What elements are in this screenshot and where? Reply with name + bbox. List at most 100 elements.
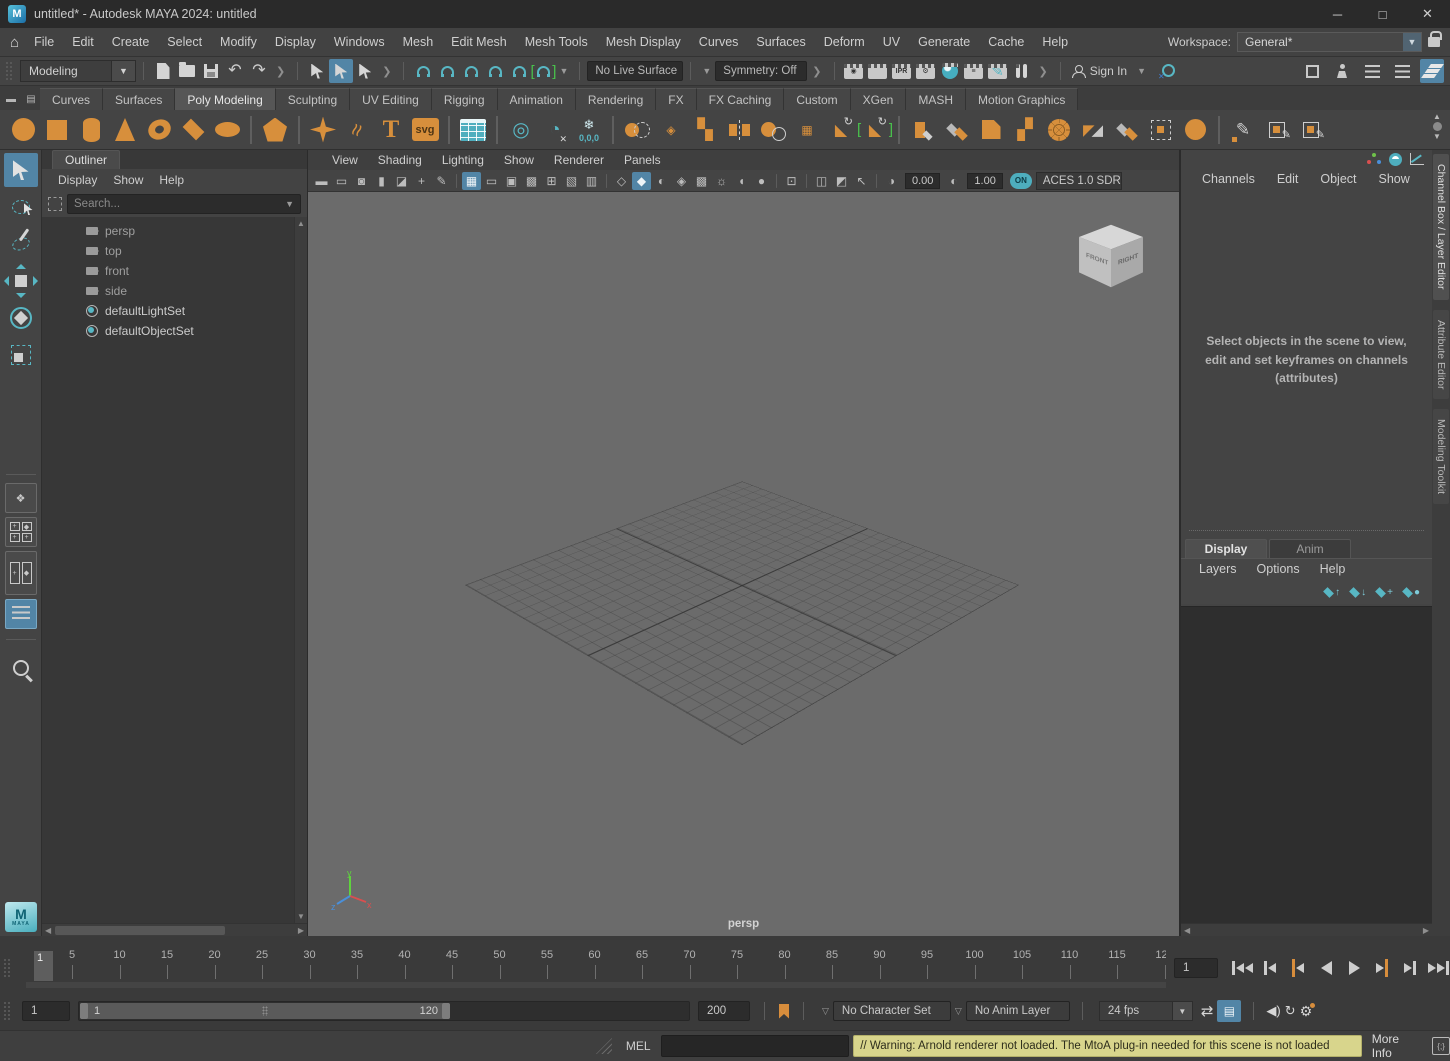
command-input[interactable] [661, 1035, 850, 1057]
outliner-menu-item[interactable]: Display [50, 169, 105, 191]
gamma-field[interactable]: 1.00 [967, 173, 1002, 189]
field-chart-icon[interactable]: ⊞ [542, 172, 561, 190]
outliner-horizontal-scrollbar[interactable]: ◀▶ [42, 923, 307, 936]
chevron-down-icon[interactable]: ▽ [822, 1006, 829, 1017]
poly-cylinder-icon[interactable] [74, 112, 108, 148]
outliner-vertical-scrollbar[interactable]: ▲▼ [294, 217, 307, 923]
shelf-tab[interactable]: Rendering [576, 88, 656, 110]
bevel-icon[interactable] [974, 112, 1008, 148]
symmetry-field[interactable]: Symmetry: Off [715, 61, 807, 81]
poly-sphere-icon[interactable] [6, 112, 40, 148]
pick-matrix-icon[interactable]: ↖ [852, 172, 871, 190]
make-live-icon[interactable] [531, 59, 555, 83]
menu-item[interactable]: Edit Mesh [442, 28, 516, 57]
toolbar-grip[interactable] [5, 61, 13, 81]
two-pane-layout-button[interactable]: +◆ [5, 551, 37, 595]
outliner-tab[interactable]: Outliner [52, 150, 120, 169]
more-info-button[interactable]: More Info [1372, 1032, 1422, 1060]
paint-select-tool[interactable] [4, 227, 38, 261]
delete-history-icon[interactable]: ◔ [538, 112, 572, 148]
mirror-icon[interactable] [722, 112, 756, 148]
outliner-item[interactable]: defaultObjectSet [42, 321, 307, 341]
shelf-tab[interactable]: Rigging [432, 88, 498, 110]
occlusion-icon[interactable]: ● [752, 172, 771, 190]
shadows-icon[interactable]: ◖ [732, 172, 751, 190]
viewport-menu-item[interactable]: Lighting [432, 150, 494, 170]
maya-avatar-badge[interactable]: MMAYA [5, 902, 37, 932]
snap-to-grid-icon[interactable] [411, 59, 435, 83]
menu-item[interactable]: Help [1033, 28, 1077, 57]
poly-disc-icon[interactable] [210, 112, 244, 148]
render-setup-icon[interactable]: ≡ [962, 59, 986, 83]
shelf-tab[interactable]: Custom [784, 88, 850, 110]
snap-to-projected-center-icon[interactable] [483, 59, 507, 83]
close-button[interactable]: ✕ [1405, 0, 1450, 28]
outliner-item[interactable]: persp [42, 221, 307, 241]
film-gate-icon[interactable]: ▭ [482, 172, 501, 190]
shelf-menu-icon[interactable]: ▤ [24, 92, 38, 106]
shelf-tab[interactable]: Sculpting [276, 88, 350, 110]
open-scene-button[interactable] [175, 59, 199, 83]
menu-item[interactable]: Select [158, 28, 211, 57]
lasso-select-tool[interactable] [4, 190, 38, 224]
animation-end-field[interactable]: 200 [698, 1001, 750, 1021]
menu-item[interactable]: Modify [211, 28, 266, 57]
go-to-start-button[interactable] [1230, 956, 1254, 980]
viewport-canvas[interactable]: FRONT RIGHT y x z persp [308, 192, 1179, 936]
render-current-frame-icon[interactable] [866, 59, 890, 83]
menu-item[interactable]: Edit [63, 28, 103, 57]
fps-dropdown[interactable]: 24 fps▼ [1099, 1001, 1193, 1021]
resolution-gate-icon[interactable]: ▣ [502, 172, 521, 190]
character-controls-icon[interactable] [1330, 59, 1354, 83]
sweep-mesh-icon[interactable]: ≈ [340, 112, 374, 148]
menu-item[interactable]: Mesh Display [597, 28, 690, 57]
gate-mask-icon[interactable]: ▩ [522, 172, 541, 190]
select-hierarchy-mode-button[interactable] [305, 59, 329, 83]
step-back-key-button[interactable] [1286, 956, 1310, 980]
quad-draw-icon[interactable] [1260, 112, 1294, 148]
select-object-mode-button[interactable] [329, 59, 353, 83]
range-slider-grip[interactable] [3, 1001, 11, 1021]
sidebar-vertical-tab[interactable]: Attribute Editor [1433, 310, 1449, 399]
select-component-mode-button[interactable] [353, 59, 377, 83]
four-pane-layout-button[interactable]: +◆++ [5, 517, 37, 547]
menu-item[interactable]: Display [266, 28, 325, 57]
exposure-field[interactable]: 0.00 [905, 173, 940, 189]
workspace-lock-icon[interactable] [1428, 37, 1440, 47]
live-surface-field[interactable]: No Live Surface [587, 61, 683, 81]
save-scene-button[interactable] [199, 59, 223, 83]
redo-button[interactable]: ↷ [247, 59, 271, 83]
shelf-tab[interactable]: MASH [906, 88, 966, 110]
menu-item[interactable]: UV [874, 28, 909, 57]
menu-set-dropdown[interactable]: Modeling▼ [20, 60, 136, 82]
menu-item[interactable]: Cache [979, 28, 1033, 57]
center-pivot-icon[interactable]: ◎ [504, 112, 538, 148]
lighting-icon[interactable]: ☼ [712, 172, 731, 190]
time-slider-track[interactable]: 1 51015202530354045505560657075808590951… [26, 948, 1166, 988]
combine-icon[interactable]: ◈ [654, 112, 688, 148]
snap-to-point-icon[interactable] [459, 59, 483, 83]
exposure-icon[interactable]: ◑ [882, 172, 901, 190]
platonic-solid-icon[interactable] [258, 112, 292, 148]
outliner-menu-item[interactable]: Show [105, 169, 151, 191]
sidebar-vertical-tab[interactable]: Modeling Toolkit [1433, 409, 1449, 504]
viewport-menu-item[interactable]: Show [494, 150, 544, 170]
shelf-tab[interactable]: XGen [851, 88, 907, 110]
snap-to-view-plane-icon[interactable] [507, 59, 531, 83]
camera-lock-icon[interactable]: ▭ [332, 172, 351, 190]
safe-title-icon[interactable]: ▥ [582, 172, 601, 190]
attribute-list-icon[interactable] [1390, 59, 1414, 83]
range-end-handle[interactable] [442, 1003, 450, 1019]
extrude-icon[interactable] [906, 112, 940, 148]
display-rgb-icon[interactable] [1367, 153, 1381, 165]
retopologize-options-icon[interactable]: ◣ [858, 112, 892, 148]
step-forward-frame-button[interactable] [1398, 956, 1422, 980]
symmetrize-icon[interactable] [1110, 112, 1144, 148]
workspace-dropdown[interactable]: General* ▼ [1237, 32, 1422, 52]
move-tool[interactable] [4, 264, 38, 298]
shelf-tab[interactable]: UV Editing [350, 88, 432, 110]
render-view-icon[interactable]: ◉ [842, 59, 866, 83]
zoom-tool[interactable] [4, 647, 38, 681]
viewport-menu-item[interactable]: Renderer [544, 150, 614, 170]
poly-cone-icon[interactable] [108, 112, 142, 148]
